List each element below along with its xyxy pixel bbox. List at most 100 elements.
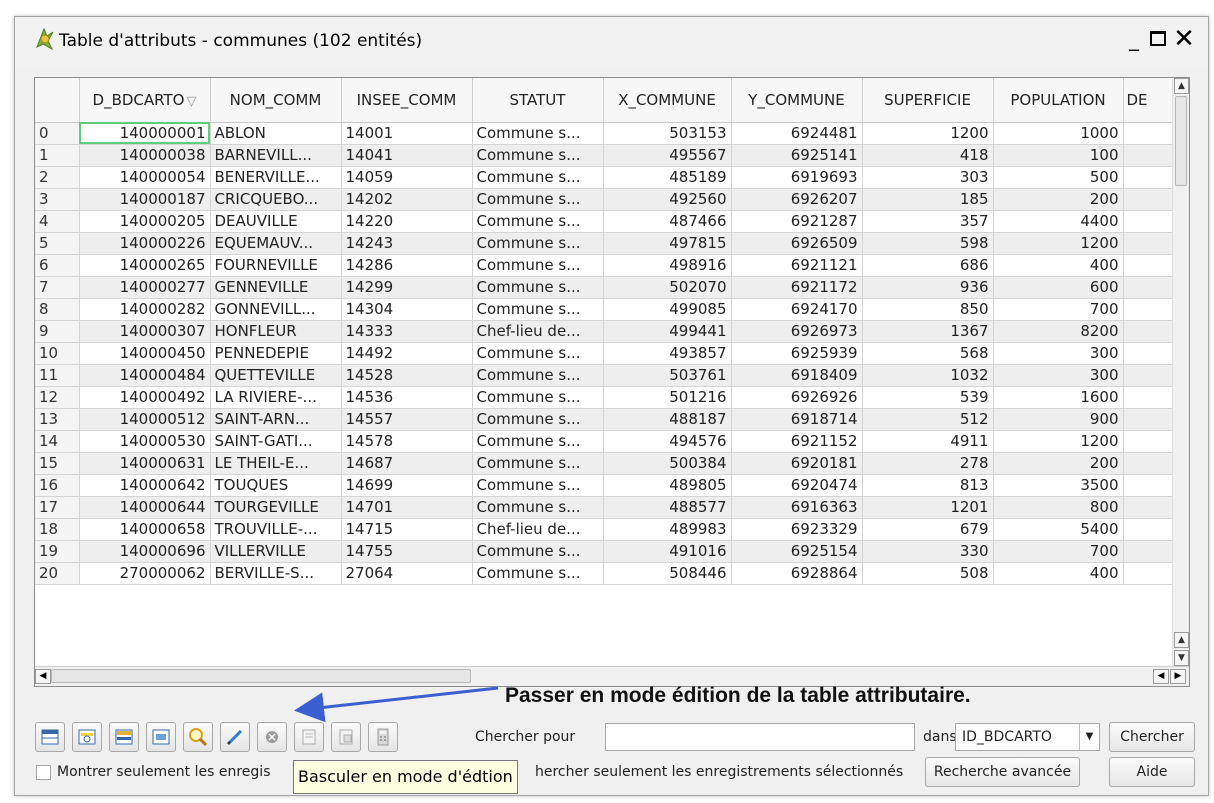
table-cell[interactable]: 499085 bbox=[603, 298, 732, 321]
row-number[interactable]: 4 bbox=[35, 210, 80, 233]
table-cell[interactable]: Commune s... bbox=[472, 540, 604, 563]
table-cell[interactable]: 700 bbox=[993, 540, 1124, 563]
table-cell[interactable] bbox=[1123, 452, 1174, 475]
table-cell[interactable]: 140000492 bbox=[79, 386, 211, 409]
table-row[interactable]: 13 140000512 SAINT-ARN... 14557 Commune s...… bbox=[35, 408, 1174, 431]
column-header-id-bdcarto[interactable]: D_BDCARTO ▽ bbox=[79, 78, 211, 123]
table-cell[interactable]: Commune s... bbox=[472, 298, 604, 321]
row-number[interactable]: 7 bbox=[35, 276, 80, 299]
table-cell[interactable]: 6921287 bbox=[731, 210, 863, 233]
table-cell[interactable]: 6920181 bbox=[731, 452, 863, 475]
table-row[interactable]: 12 140000492 LA RIVIERE-... 14536 Commune s.… bbox=[35, 386, 1174, 409]
table-cell[interactable]: 140000530 bbox=[79, 430, 211, 453]
table-cell[interactable]: 14687 bbox=[341, 452, 473, 475]
table-cell[interactable] bbox=[1123, 562, 1174, 585]
table-cell[interactable]: 936 bbox=[862, 276, 994, 299]
table-cell[interactable]: 494576 bbox=[603, 430, 732, 453]
table-cell[interactable]: 6916363 bbox=[731, 496, 863, 519]
table-cell[interactable]: BERVILLE-S... bbox=[210, 562, 342, 585]
table-cell[interactable]: 1367 bbox=[862, 320, 994, 343]
table-row[interactable]: 18 140000658 TROUVILLE-... 14715 Chef-lieu d… bbox=[35, 518, 1174, 541]
table-cell[interactable]: 503153 bbox=[603, 122, 732, 145]
table-cell[interactable]: 140000644 bbox=[79, 496, 211, 519]
maximize-button[interactable] bbox=[1146, 27, 1170, 53]
table-cell[interactable]: 1200 bbox=[862, 122, 994, 145]
table-cell[interactable]: 140000307 bbox=[79, 320, 211, 343]
table-cell[interactable]: 497815 bbox=[603, 232, 732, 255]
table-cell[interactable] bbox=[1123, 408, 1174, 431]
search-input[interactable] bbox=[605, 723, 915, 751]
table-cell[interactable]: 813 bbox=[862, 474, 994, 497]
table-cell[interactable]: Commune s... bbox=[472, 430, 604, 453]
table-cell[interactable]: 140000658 bbox=[79, 518, 211, 541]
toolbar-button-invert-selection[interactable] bbox=[146, 722, 176, 752]
search-button[interactable]: Chercher bbox=[1109, 722, 1195, 752]
table-cell[interactable]: 140000642 bbox=[79, 474, 211, 497]
attribute-table[interactable]: D_BDCARTO ▽ NOM_COMM INSEE_COMM STATUT X_… bbox=[34, 77, 1190, 687]
table-cell[interactable] bbox=[1123, 232, 1174, 255]
table-cell[interactable] bbox=[1123, 254, 1174, 277]
row-number[interactable]: 5 bbox=[35, 232, 80, 255]
table-cell[interactable] bbox=[1123, 276, 1174, 299]
table-cell[interactable] bbox=[1123, 320, 1174, 343]
table-cell[interactable]: 6921172 bbox=[731, 276, 863, 299]
table-row[interactable]: 15 140000631 LE THEIL-E... 14687 Commune s..… bbox=[35, 452, 1174, 475]
table-cell[interactable]: 501216 bbox=[603, 386, 732, 409]
table-cell[interactable]: 14536 bbox=[341, 386, 473, 409]
table-cell[interactable]: 140000282 bbox=[79, 298, 211, 321]
table-row[interactable]: 11 140000484 QUETTEVILLE 14528 Commune s... 5… bbox=[35, 364, 1174, 387]
table-cell[interactable]: 400 bbox=[993, 562, 1124, 585]
toolbar-button-table[interactable] bbox=[35, 722, 65, 752]
table-row[interactable]: 19 140000696 VILLERVILLE 14755 Commune s... 4… bbox=[35, 540, 1174, 563]
table-cell[interactable]: 14333 bbox=[341, 320, 473, 343]
table-cell[interactable]: LA RIVIERE-... bbox=[210, 386, 342, 409]
table-cell[interactable]: Commune s... bbox=[472, 144, 604, 167]
table-row[interactable]: 3 140000187 CRICQUEBO... 14202 Commune s... 4… bbox=[35, 188, 1174, 211]
table-cell[interactable] bbox=[1123, 166, 1174, 189]
column-header-insee-comm[interactable]: INSEE_COMM bbox=[341, 78, 473, 123]
row-number[interactable]: 6 bbox=[35, 254, 80, 277]
table-cell[interactable]: 300 bbox=[993, 364, 1124, 387]
table-cell[interactable]: 14299 bbox=[341, 276, 473, 299]
table-cell[interactable] bbox=[1123, 386, 1174, 409]
table-cell[interactable]: Commune s... bbox=[472, 386, 604, 409]
table-cell[interactable]: 508446 bbox=[603, 562, 732, 585]
corner-header[interactable] bbox=[35, 78, 80, 123]
table-cell[interactable]: ABLON bbox=[210, 122, 342, 145]
table-cell[interactable]: 492560 bbox=[603, 188, 732, 211]
table-cell[interactable]: 14243 bbox=[341, 232, 473, 255]
table-cell[interactable]: Commune s... bbox=[472, 188, 604, 211]
table-cell[interactable]: SAINT-ARN... bbox=[210, 408, 342, 431]
table-cell[interactable]: 140000512 bbox=[79, 408, 211, 431]
table-cell[interactable] bbox=[1123, 144, 1174, 167]
table-cell[interactable]: 3500 bbox=[993, 474, 1124, 497]
table-cell[interactable]: Commune s... bbox=[472, 408, 604, 431]
column-header-statut[interactable]: STATUT bbox=[472, 78, 604, 123]
row-number[interactable]: 20 bbox=[35, 562, 80, 585]
column-header-nom-comm[interactable]: NOM_COMM bbox=[210, 78, 342, 123]
table-cell[interactable]: 1032 bbox=[862, 364, 994, 387]
table-cell[interactable]: BENERVILLE... bbox=[210, 166, 342, 189]
table-cell[interactable]: 14715 bbox=[341, 518, 473, 541]
table-cell[interactable]: 539 bbox=[862, 386, 994, 409]
table-cell[interactable]: 140000484 bbox=[79, 364, 211, 387]
table-cell[interactable]: 200 bbox=[993, 452, 1124, 475]
table-cell[interactable]: 6926509 bbox=[731, 232, 863, 255]
table-cell[interactable]: TOURGEVILLE bbox=[210, 496, 342, 519]
table-cell[interactable]: 14528 bbox=[341, 364, 473, 387]
table-cell[interactable]: GONNEVILL... bbox=[210, 298, 342, 321]
table-row[interactable]: 5 140000226 EQUEMAUV... 14243 Commune s... 49… bbox=[35, 232, 1174, 255]
column-header-population[interactable]: POPULATION bbox=[993, 78, 1124, 123]
table-cell[interactable]: 418 bbox=[862, 144, 994, 167]
table-cell[interactable]: 6923329 bbox=[731, 518, 863, 541]
table-cell[interactable]: 679 bbox=[862, 518, 994, 541]
table-cell[interactable]: 14220 bbox=[341, 210, 473, 233]
table-cell[interactable]: 357 bbox=[862, 210, 994, 233]
table-cell[interactable]: 14701 bbox=[341, 496, 473, 519]
table-cell[interactable]: 1200 bbox=[993, 232, 1124, 255]
table-cell[interactable]: 6925939 bbox=[731, 342, 863, 365]
table-cell[interactable]: 14557 bbox=[341, 408, 473, 431]
table-row[interactable]: 10 140000450 PENNEDEPIE 14492 Commune s... 49… bbox=[35, 342, 1174, 365]
table-cell[interactable]: 598 bbox=[862, 232, 994, 255]
table-cell[interactable]: 6918409 bbox=[731, 364, 863, 387]
